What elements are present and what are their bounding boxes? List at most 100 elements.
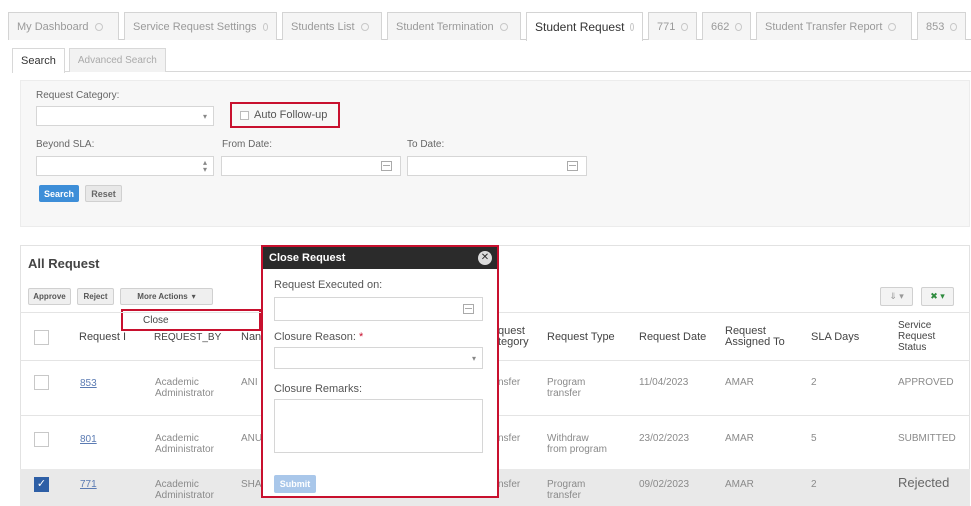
chevron-down-icon: ▾ (471, 354, 476, 363)
row-checkbox-checked[interactable]: ✓ (34, 477, 49, 492)
column-header[interactable]: Service Request Status (898, 320, 935, 353)
tab-label: 853 (926, 20, 945, 33)
from-date-input[interactable] (221, 156, 401, 176)
assigned-to: AMAR (725, 433, 754, 444)
request-by: Academic Administrator (155, 433, 214, 455)
close-icon[interactable] (681, 22, 688, 31)
calendar-icon[interactable] (567, 161, 578, 171)
search-tab-bar: Search Advanced Search (12, 48, 971, 73)
tab-service-request-settings[interactable]: Service Request Settings (124, 12, 277, 40)
auto-followup-checkbox[interactable]: Auto Follow-up (230, 102, 340, 128)
tab-label: My Dashboard (17, 20, 89, 33)
close-icon[interactable] (499, 22, 508, 31)
column-header[interactable]: Request Assigned To (725, 326, 785, 348)
close-icon[interactable] (888, 22, 897, 31)
request-date: 11/04/2023 (639, 377, 689, 388)
request-type: Withdraw from program (547, 433, 608, 455)
close-icon[interactable] (94, 22, 103, 31)
tab-student-termination[interactable]: Student Termination (387, 12, 521, 40)
request-date: 09/02/2023 (639, 479, 690, 490)
request-id-link[interactable]: 771 (80, 479, 97, 490)
beyond-sla-stepper[interactable]: ▴ ▾ (36, 156, 214, 176)
request-date: 23/02/2023 (639, 433, 690, 444)
sla-days: 2 (811, 479, 817, 490)
status-cell: APPROVED (898, 377, 954, 388)
stepper-icon: ▴ ▾ (202, 158, 207, 174)
search-button[interactable]: Search (39, 185, 79, 202)
column-header[interactable]: REQUEST_BY (154, 332, 221, 343)
column-header[interactable]: quest tegory (498, 326, 529, 348)
request-by: Academic Administrator (155, 479, 214, 501)
tab-662[interactable]: 662 (702, 12, 751, 40)
tab-search[interactable]: Search (12, 48, 65, 73)
column-header[interactable]: SLA Days (811, 332, 859, 343)
close-icon[interactable] (735, 22, 742, 31)
dialog-header: Close Request ✕ (263, 247, 497, 269)
approve-button[interactable]: Approve (28, 288, 71, 305)
chevron-down-icon: ▾ (191, 292, 196, 301)
assigned-to: AMAR (725, 377, 754, 388)
excel-export-button[interactable]: ✖ ▾ (921, 287, 954, 306)
close-icon[interactable] (630, 23, 634, 31)
tab-label: 771 (657, 20, 676, 33)
request-id-link[interactable]: 801 (80, 434, 97, 445)
export-button[interactable]: ⇓ ▾ (880, 287, 913, 306)
check-icon: ✓ (36, 478, 47, 490)
request-by: Academic Administrator (155, 377, 214, 399)
close-icon[interactable] (360, 22, 369, 31)
row-checkbox[interactable] (34, 432, 49, 447)
panel-title: All Request (28, 256, 100, 271)
closure-reason-label: Closure Reason: * (274, 331, 363, 343)
closure-reason-text: Closure Reason: (274, 331, 356, 343)
tab-771[interactable]: 771 (648, 12, 697, 40)
sla-days: 5 (811, 433, 817, 444)
from-date-label: From Date: (222, 139, 273, 150)
reset-button[interactable]: Reset (85, 185, 122, 202)
submit-button[interactable]: Submit (274, 475, 316, 493)
request-category-select[interactable]: ▾ (36, 106, 214, 126)
column-header[interactable]: Nan (241, 332, 261, 343)
name-cell: ANU (241, 433, 263, 444)
required-mark: * (359, 331, 364, 343)
close-icon[interactable] (950, 22, 957, 31)
tab-students-list[interactable]: Students List (282, 12, 382, 40)
closure-reason-select[interactable]: ▾ (274, 347, 483, 369)
more-actions-button[interactable]: More Actions ▾ (120, 288, 213, 305)
column-header[interactable]: Request I (79, 332, 126, 343)
column-header[interactable]: Request Type (547, 332, 615, 343)
close-icon[interactable] (262, 22, 268, 31)
select-all-checkbox[interactable] (34, 330, 49, 345)
download-icon: ⇓ ▾ (889, 291, 904, 301)
to-date-input[interactable] (407, 156, 587, 176)
tab-student-request[interactable]: Student Request (526, 12, 643, 41)
tab-label: Student Request (535, 20, 625, 34)
top-tab-bar: My Dashboard Service Request Settings St… (8, 12, 971, 41)
calendar-icon[interactable] (463, 304, 474, 314)
tab-my-dashboard[interactable]: My Dashboard (8, 12, 119, 40)
closure-remarks-textarea[interactable] (274, 399, 483, 453)
tab-student-transfer-report[interactable]: Student Transfer Report (756, 12, 912, 40)
close-request-dialog: Close Request ✕ Request Executed on: Clo… (261, 245, 499, 498)
calendar-icon[interactable] (381, 161, 392, 171)
close-icon[interactable]: ✕ (478, 251, 492, 265)
request-category-label: Request Category: (36, 90, 120, 101)
row-checkbox[interactable] (34, 375, 49, 390)
request-id-link[interactable]: 853 (80, 378, 97, 389)
executed-on-label: Request Executed on: (274, 279, 383, 291)
tab-label: Students List (291, 20, 355, 33)
more-actions-label: More Actions (137, 292, 188, 301)
request-type: Program transfer (547, 377, 586, 399)
name-cell: ANI (241, 377, 258, 388)
tab-853[interactable]: 853 (917, 12, 966, 40)
column-header[interactable]: Request Date (639, 332, 706, 343)
reject-button[interactable]: Reject (77, 288, 114, 305)
dialog-title: Close Request (269, 252, 346, 264)
status-cell: Rejected (898, 475, 950, 490)
tab-label: Service Request Settings (133, 20, 257, 33)
auto-followup-label: Auto Follow-up (254, 109, 328, 121)
request-type: Program transfer (547, 479, 586, 501)
tab-advanced-search[interactable]: Advanced Search (68, 48, 166, 72)
search-panel (20, 80, 970, 227)
executed-on-input[interactable] (274, 297, 483, 321)
checkbox-icon (240, 110, 249, 120)
